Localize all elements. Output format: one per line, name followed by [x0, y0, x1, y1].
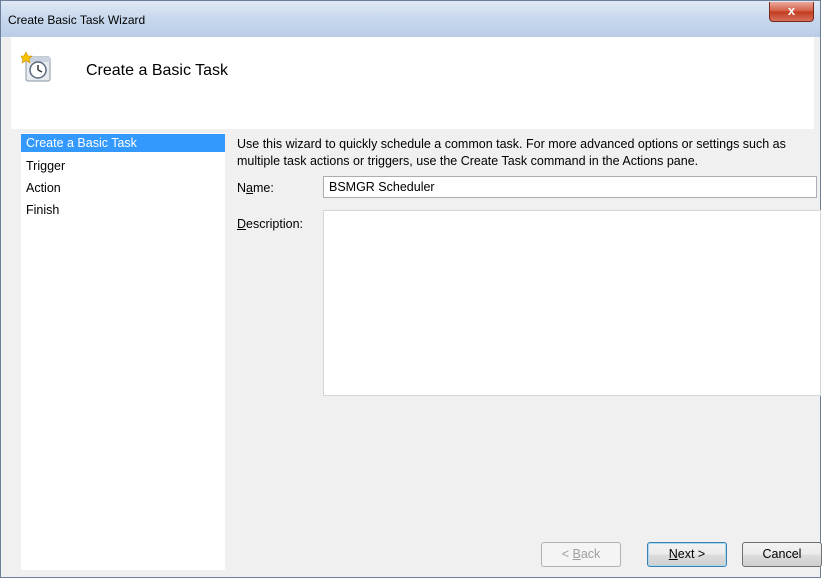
close-button[interactable]: x — [769, 2, 814, 22]
wizard-content: Use this wizard to quickly schedule a co… — [237, 133, 822, 569]
page-title: Create a Basic Task — [86, 62, 228, 79]
close-icon: x — [787, 3, 796, 18]
name-label: Name: — [237, 181, 274, 195]
sidebar-item-trigger[interactable]: Trigger — [21, 155, 225, 177]
sidebar-item-finish[interactable]: Finish — [21, 199, 225, 221]
name-field[interactable] — [323, 176, 817, 198]
description-label: Description: — [237, 217, 304, 231]
wizard-window: Create Basic Task Wizard x Create a Basi… — [0, 0, 822, 578]
next-button[interactable]: Next > — [647, 542, 727, 567]
back-button[interactable]: < Back — [541, 542, 621, 567]
window-title: Create Basic Task Wizard — [8, 13, 146, 27]
description-field[interactable] — [323, 210, 821, 396]
sidebar-item-create-basic-task[interactable]: Create a Basic Task — [21, 134, 225, 152]
title-bar[interactable]: Create Basic Task Wizard x — [1, 1, 820, 37]
wizard-steps-sidebar: Create a Basic Task Trigger Action Finis… — [21, 133, 225, 570]
wizard-header: Create a Basic Task — [11, 37, 814, 129]
intro-text: Use this wizard to quickly schedule a co… — [237, 137, 786, 168]
sidebar-item-action[interactable]: Action — [21, 177, 225, 199]
scheduled-task-clock-icon — [21, 51, 51, 82]
cancel-button[interactable]: Cancel — [742, 542, 822, 567]
